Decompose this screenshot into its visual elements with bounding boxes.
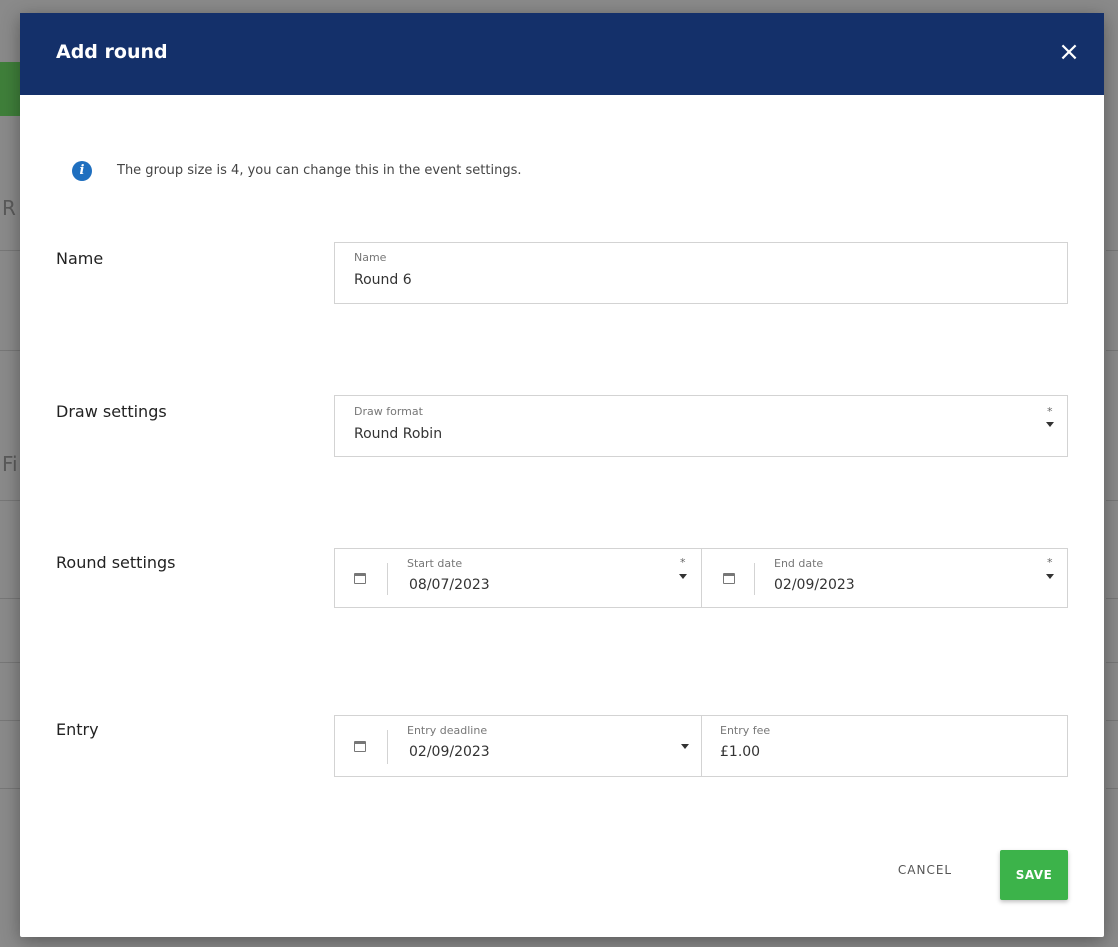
background-text-fragment: Fi xyxy=(2,452,18,476)
dialog-header: Add round × xyxy=(20,13,1104,95)
add-round-dialog: Add round × i The group size is 4, you c… xyxy=(20,13,1104,937)
background-divider xyxy=(0,662,20,663)
field-separator xyxy=(754,563,755,595)
background-divider xyxy=(0,350,20,351)
draw-format-value: Round Robin xyxy=(354,426,443,442)
chevron-down-icon xyxy=(681,744,689,749)
entry-fee-input[interactable]: Entry fee £1.00 xyxy=(702,716,1068,776)
name-field-label: Name xyxy=(354,251,387,264)
name-field-value: Round 6 xyxy=(354,272,412,288)
background-divider xyxy=(1106,662,1118,663)
background-divider xyxy=(0,720,20,721)
name-row-label: Name xyxy=(56,249,104,268)
required-marker: * xyxy=(680,556,686,569)
entry-group: Entry deadline 02/09/2023 Entry fee £1.0… xyxy=(334,715,1068,777)
start-date-value: 08/07/2023 xyxy=(409,577,490,593)
background-divider xyxy=(0,788,20,789)
draw-settings-label: Draw settings xyxy=(56,402,167,421)
draw-format-label: Draw format xyxy=(354,405,423,418)
entry-fee-label: Entry fee xyxy=(720,724,771,737)
start-date-picker[interactable]: Start date 08/07/2023 * xyxy=(335,549,701,607)
background-divider xyxy=(1106,500,1118,501)
background-divider xyxy=(1106,788,1118,789)
start-date-label: Start date xyxy=(407,557,463,570)
entry-deadline-label: Entry deadline xyxy=(407,724,488,737)
round-dates-group: Start date 08/07/2023 * End date 02/09/2… xyxy=(334,548,1068,608)
entry-deadline-value: 02/09/2023 xyxy=(409,744,490,760)
background-divider xyxy=(1106,250,1118,251)
background-divider xyxy=(1106,350,1118,351)
calendar-icon xyxy=(354,741,366,752)
background-green-badge xyxy=(0,62,22,116)
chevron-down-icon xyxy=(679,574,687,579)
calendar-icon xyxy=(723,573,735,584)
name-input[interactable]: Name Round 6 xyxy=(334,242,1068,304)
required-marker: * xyxy=(1047,556,1053,569)
background-divider xyxy=(0,598,20,599)
entry-label: Entry xyxy=(56,720,99,739)
background-divider xyxy=(0,250,20,251)
draw-format-select[interactable]: Draw format Round Robin * xyxy=(334,395,1068,457)
end-date-value: 02/09/2023 xyxy=(774,577,855,593)
calendar-icon xyxy=(354,573,366,584)
chevron-down-icon xyxy=(1046,422,1054,427)
entry-fee-value: £1.00 xyxy=(720,744,761,760)
round-settings-label: Round settings xyxy=(56,553,176,572)
field-separator xyxy=(387,730,388,764)
background-divider xyxy=(0,500,20,501)
dialog-title: Add round xyxy=(56,41,168,63)
required-marker: * xyxy=(1047,405,1053,418)
field-separator xyxy=(387,563,388,595)
chevron-down-icon xyxy=(1046,574,1054,579)
end-date-picker[interactable]: End date 02/09/2023 * xyxy=(702,549,1068,607)
close-icon[interactable]: × xyxy=(1054,37,1084,67)
info-text: The group size is 4, you can change this… xyxy=(117,163,522,178)
background-divider xyxy=(1106,720,1118,721)
save-button[interactable]: SAVE xyxy=(1000,850,1068,900)
end-date-label: End date xyxy=(774,557,824,570)
entry-deadline-picker[interactable]: Entry deadline 02/09/2023 xyxy=(335,716,701,776)
background-text-fragment: R xyxy=(2,196,16,220)
background-divider xyxy=(1106,598,1118,599)
cancel-button[interactable]: CANCEL xyxy=(882,851,968,889)
info-icon: i xyxy=(72,161,92,181)
